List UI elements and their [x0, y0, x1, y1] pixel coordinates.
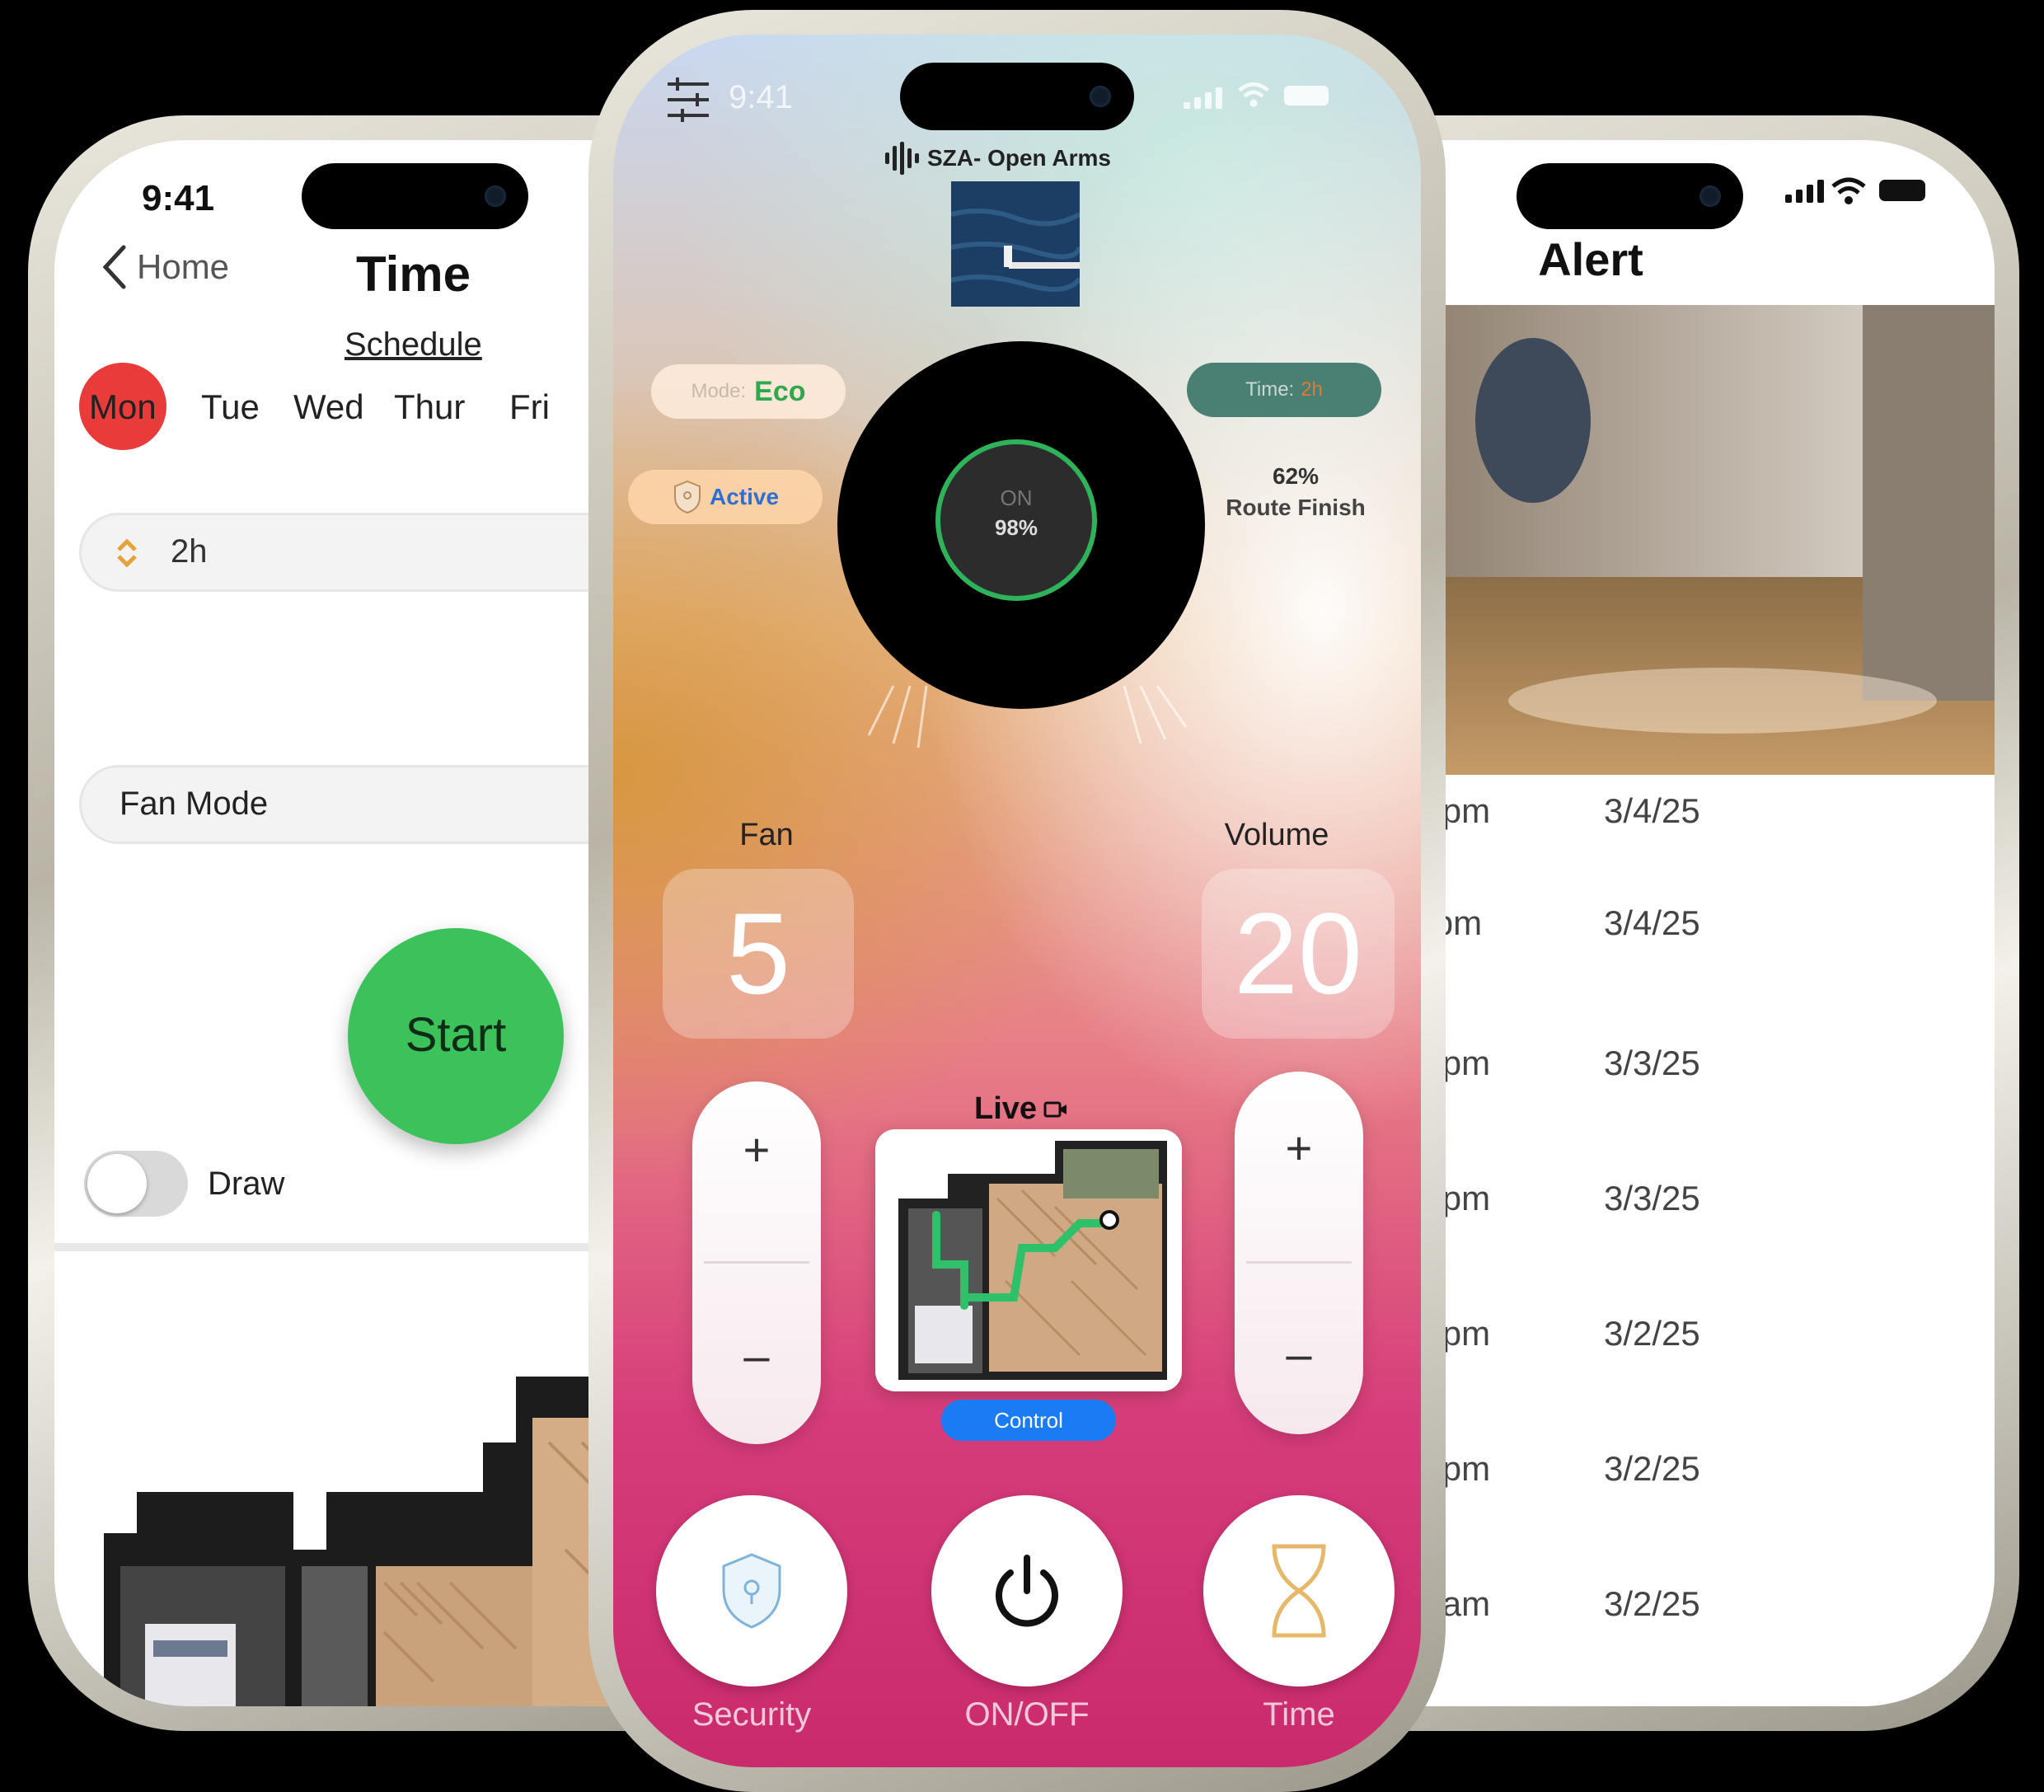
mode-label: Mode: [691, 380, 747, 402]
time-label: Time: [1245, 378, 1295, 401]
audio-wave-icon [885, 142, 919, 175]
chevron-left-icon [102, 245, 126, 289]
fan-plus-button[interactable]: + [692, 1123, 821, 1176]
day-mon[interactable]: Mon [89, 387, 157, 427]
dial-battery: 98% [994, 515, 1038, 540]
day-tue[interactable]: Tue [201, 387, 260, 427]
album-art[interactable] [951, 181, 1080, 307]
signal-icon [1785, 180, 1824, 203]
battery-icon [1879, 180, 1925, 201]
control-screen: 9:41 SZA- Open Arms Mode: Eco Time: 2h A… [613, 35, 1421, 1767]
active-label: Active [709, 484, 780, 509]
signal-icon [1184, 87, 1222, 109]
dial-ring: ON 98% [935, 439, 1097, 601]
dynamic-island [1517, 163, 1743, 229]
fan-stepper: + – [692, 1081, 821, 1444]
alert-date: 3/4/25 [1604, 791, 1700, 830]
start-button[interactable]: Start [348, 928, 564, 1144]
mode-pill[interactable]: Mode: Eco [651, 364, 846, 419]
live-floor-plan [898, 1141, 1167, 1380]
alert-date: 3/3/25 [1604, 1179, 1700, 1217]
duration-value: 2h [171, 533, 208, 570]
page-title: Time [356, 246, 471, 302]
stepper-divider [704, 1261, 809, 1264]
route-label: Route Finish [1226, 495, 1366, 520]
control-button[interactable]: Control [941, 1400, 1116, 1441]
sliders-icon[interactable] [664, 76, 712, 124]
dynamic-island [900, 63, 1134, 130]
back-button[interactable]: Home [101, 244, 229, 290]
time-value: 2h [1301, 378, 1323, 401]
video-icon [1043, 1101, 1067, 1117]
alert-date: 3/2/25 [1604, 1584, 1700, 1623]
time-label-bottom: Time [1263, 1696, 1335, 1733]
hourglass-icon [1272, 1544, 1326, 1638]
security-button[interactable] [656, 1495, 847, 1686]
start-label: Start [405, 1008, 507, 1062]
draw-toggle[interactable] [84, 1151, 188, 1217]
status-time: 9:41 [142, 178, 215, 218]
camera-icon [1090, 86, 1111, 107]
battery-icon [1284, 86, 1329, 106]
day-fri[interactable]: Fri [509, 387, 550, 427]
volume-value: 20 [1234, 889, 1362, 1018]
volume-stepper: + – [1235, 1072, 1363, 1434]
live-label: Live [974, 1091, 1038, 1126]
day-thur[interactable]: Thur [394, 387, 465, 427]
day-wed[interactable]: Wed [293, 387, 364, 427]
live-map-card[interactable] [875, 1129, 1182, 1391]
route-percent: 62% [1272, 463, 1320, 489]
power-icon [996, 1555, 1058, 1627]
camera-icon [1699, 185, 1721, 207]
shield-icon [722, 1553, 781, 1629]
status-time: 9:41 [729, 79, 793, 115]
volume-value-card: 20 [1202, 869, 1395, 1039]
wifi-icon [1238, 82, 1269, 107]
robot-dial[interactable]: ON 98% [837, 341, 1205, 709]
camera-icon [485, 185, 506, 207]
live-header: Live [974, 1091, 1068, 1127]
alert-date: 3/4/25 [1604, 903, 1700, 942]
fan-mode-label: Fan Mode [120, 786, 269, 822]
time-button[interactable] [1203, 1495, 1395, 1686]
schedule-tab[interactable]: Schedule [345, 326, 482, 364]
mode-value: Eco [754, 375, 806, 407]
dial-state: ON [1000, 486, 1033, 510]
brush-icon [867, 685, 1188, 748]
stepper-icon [117, 538, 137, 568]
track-title: SZA- Open Arms [927, 145, 1111, 171]
volume-label: Volume [1224, 818, 1329, 852]
security-label: Security [691, 1696, 812, 1733]
alert-date: 3/3/25 [1604, 1044, 1700, 1082]
time-pill[interactable]: Time: 2h [1187, 363, 1381, 417]
fan-value: 5 [726, 889, 790, 1018]
fan-minus-button[interactable]: – [692, 1329, 821, 1382]
now-playing[interactable]: SZA- Open Arms [885, 142, 1111, 175]
volume-minus-button[interactable]: – [1235, 1327, 1363, 1381]
toggle-knob [87, 1154, 147, 1213]
fan-label: Fan [739, 818, 794, 852]
wifi-icon [1831, 177, 1866, 204]
active-pill[interactable]: Active [628, 470, 823, 524]
draw-label: Draw [208, 1166, 285, 1202]
power-button[interactable] [931, 1495, 1123, 1686]
fan-value-card: 5 [663, 869, 854, 1039]
stepper-divider [1246, 1261, 1352, 1264]
dynamic-island [302, 163, 528, 229]
back-label: Home [137, 247, 230, 286]
power-label: ON/OFF [964, 1696, 1090, 1733]
alert-date: 3/2/25 [1604, 1314, 1700, 1353]
volume-plus-button[interactable]: + [1235, 1121, 1363, 1175]
alert-date: 3/2/25 [1604, 1449, 1700, 1488]
shield-icon [673, 480, 701, 514]
